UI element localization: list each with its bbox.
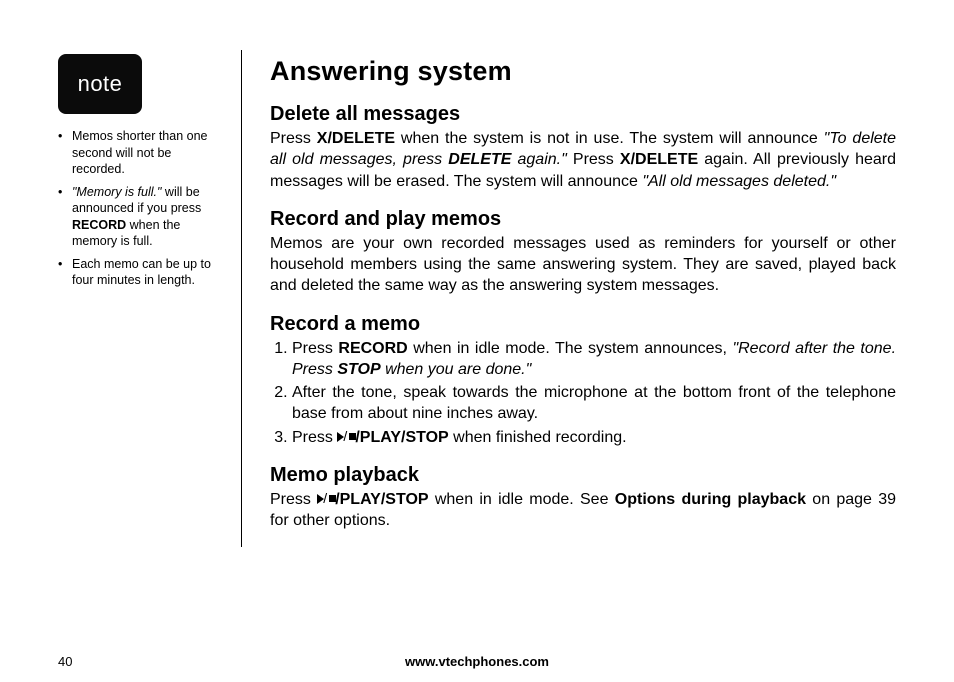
footer-url: www.vtechphones.com <box>405 654 549 669</box>
note-badge: note <box>58 54 142 114</box>
note-list: Memos shorter than one second will not b… <box>58 128 223 289</box>
note-item: "Memory is full." will be announced if y… <box>58 184 223 250</box>
section-heading-record-memo: Record a memo <box>270 313 896 336</box>
section-heading-record-play: Record and play memos <box>270 208 896 231</box>
note-item: Memos shorter than one second will not b… <box>58 128 223 178</box>
section-heading-memo-playback: Memo playback <box>270 464 896 487</box>
section-body-memo-playback: Press //PLAY/STOP when in idle mode. See… <box>270 489 896 532</box>
section-heading-delete-all: Delete all messages <box>270 103 896 126</box>
page-number: 40 <box>58 654 72 669</box>
sidebar-notes: note Memos shorter than one second will … <box>58 46 223 547</box>
note-item: Each memo can be up to four minutes in l… <box>58 256 223 289</box>
record-memo-steps: Press RECORD when in idle mode. The syst… <box>270 338 896 448</box>
play-stop-icon: / <box>337 432 355 442</box>
step-item: Press RECORD when in idle mode. The syst… <box>292 338 896 381</box>
step-item: Press //PLAY/STOP when finished recordin… <box>292 427 896 448</box>
column-divider <box>241 50 242 547</box>
section-body-delete-all: Press X/DELETE when the system is not in… <box>270 128 896 192</box>
page-title: Answering system <box>270 56 896 87</box>
play-stop-icon: / <box>317 494 335 504</box>
step-item: After the tone, speak towards the microp… <box>292 382 896 425</box>
main-content: Answering system Delete all messages Pre… <box>270 46 896 547</box>
two-column-layout: note Memos shorter than one second will … <box>58 46 896 547</box>
manual-page: note Memos shorter than one second will … <box>0 0 954 682</box>
section-body-record-play: Memos are your own recorded messages use… <box>270 233 896 297</box>
